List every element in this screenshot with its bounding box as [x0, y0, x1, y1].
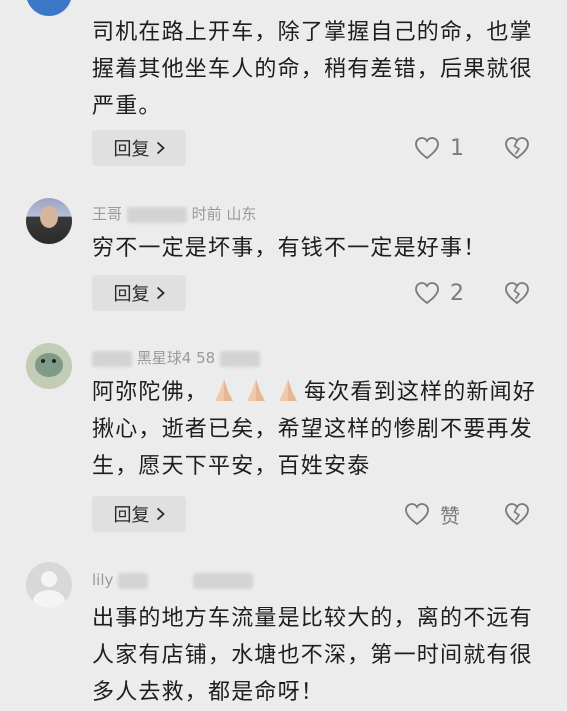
- heart-icon: [405, 503, 429, 526]
- chevron-right-icon: [156, 507, 165, 521]
- like-label: 赞: [440, 503, 460, 528]
- username: lily: [92, 571, 114, 589]
- folded-hands-emoji: [209, 377, 239, 403]
- comment-text: 出事的地方车流量是比较大的，离的不远有人家有店铺，水塘也不深，第一时间就有很多人…: [92, 606, 533, 705]
- redacted-block: [192, 572, 253, 589]
- avatar[interactable]: [26, 562, 72, 608]
- avatar[interactable]: [26, 198, 72, 244]
- like-button[interactable]: 赞: [404, 496, 460, 532]
- like-count: 2: [450, 280, 464, 306]
- username: 王哥: [92, 205, 123, 223]
- comment-text: 司机在路上开车，除了掌握自己的命，也掌握着其他坐车人的命，稍有差错，后果就很严重…: [92, 20, 533, 119]
- redacted-block: [118, 572, 149, 589]
- reply-label: 回复: [113, 139, 150, 160]
- chevron-right-icon: [156, 141, 165, 155]
- comment-text: 穷不一定是坏事，有钱不一定是好事！: [92, 236, 487, 261]
- avatar[interactable]: [26, 343, 72, 389]
- reply-label: 回复: [113, 284, 150, 305]
- comment-text: 阿弥陀佛， 每次看到这样的新闻好揪心，逝者已矣，希望这样的惨剧不要再发生，愿天下平…: [92, 374, 542, 485]
- redacted-block: [92, 350, 132, 367]
- comment-meta: 黑星球4 58: [92, 348, 260, 368]
- reply-button[interactable]: 回复: [92, 130, 186, 166]
- heart-icon: [415, 137, 439, 160]
- redacted-block: [219, 350, 260, 367]
- broken-heart-icon[interactable]: [504, 501, 530, 527]
- comment-meta: 王哥 时前 山东: [92, 204, 256, 224]
- avatar[interactable]: [26, 0, 72, 16]
- chevron-right-icon: [156, 286, 165, 300]
- like-count: 1: [450, 135, 464, 161]
- comment-meta: lily: [92, 570, 253, 590]
- like-button[interactable]: 2: [414, 275, 464, 311]
- reply-button[interactable]: 回复: [92, 275, 186, 311]
- folded-hands-emoji: [241, 377, 271, 403]
- time-location: 时前 山东: [191, 205, 257, 223]
- heart-icon: [415, 282, 439, 305]
- like-button[interactable]: 1: [414, 130, 464, 166]
- broken-heart-icon[interactable]: [504, 280, 530, 306]
- comment-text-part: 阿弥陀佛，: [92, 380, 209, 405]
- folded-hands-emoji: [273, 377, 303, 403]
- redacted-block: [126, 206, 187, 223]
- comment-feed: 司机在路上开车，除了掌握自己的命，也掌握着其他坐车人的命，稍有差错，后果就很严重…: [0, 0, 567, 705]
- broken-heart-icon[interactable]: [504, 135, 530, 161]
- reply-label: 回复: [113, 505, 150, 526]
- username: 黑星球4 58: [136, 349, 216, 367]
- reply-button[interactable]: 回复: [92, 496, 186, 532]
